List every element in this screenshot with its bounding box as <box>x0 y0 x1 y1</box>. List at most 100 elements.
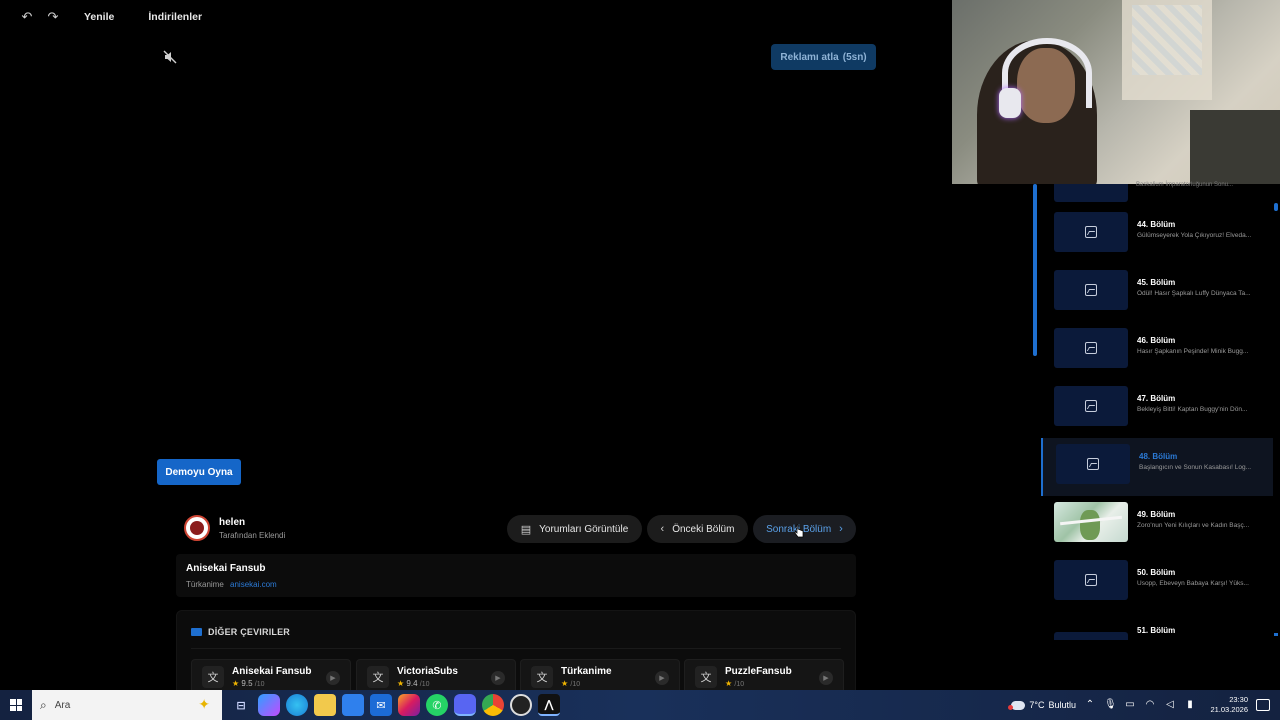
weather-temp: 7°C <box>1029 700 1045 710</box>
episode-subtitle: Başlangıcın ve Sonun Kasabası! Log... <box>1139 464 1252 471</box>
episode-item[interactable]: 49. Bölüm Zoro'nun Yeni Kılıçları ve Kad… <box>1041 496 1273 554</box>
episode-title: 46. Bölüm <box>1137 336 1176 345</box>
system-tray: 7°C Bulutlu ⌃ 🎙 ▭ ◠ ◁ ▮ 23:30 21.03.2026 <box>1008 690 1280 720</box>
episode-title: 45. Bölüm <box>1137 278 1176 287</box>
fansub-link[interactable]: anisekai.com <box>230 580 277 589</box>
episode-item[interactable]: 47. Bölüm Bekleyiş Bitti! Kaptan Buggy'n… <box>1041 380 1273 438</box>
episode-title: 49. Bölüm <box>1137 510 1176 519</box>
clock[interactable]: 23:30 21.03.2026 <box>1204 695 1248 715</box>
notification-icon[interactable] <box>1256 699 1270 711</box>
translation-rating: 9.4 <box>406 679 418 688</box>
video-player[interactable] <box>0 34 1035 504</box>
downloads-button[interactable]: İndirilenler <box>148 11 202 23</box>
view-comments-label: Yorumları Görüntüle <box>539 523 629 535</box>
play-icon[interactable]: ▶ <box>655 671 669 685</box>
fansub-info: Anisekai Fansub Türkanime anisekai.com <box>176 554 856 597</box>
muted-speaker-icon[interactable] <box>163 50 177 64</box>
search-icon: ⌕ <box>40 697 47 712</box>
discord-icon[interactable] <box>454 694 476 716</box>
star-icon: ★ <box>725 679 733 688</box>
translation-name: VictoriaSubs <box>397 666 458 677</box>
play-icon[interactable]: ▶ <box>491 671 505 685</box>
avatar[interactable] <box>184 515 210 541</box>
episode-subtitle: Usopp, Ebeveyn Babaya Karşı! Yüks... <box>1137 580 1249 587</box>
episode-item[interactable]: 45. Bölüm Ödül! Hasır Şapkalı Luffy Düny… <box>1041 264 1273 322</box>
image-placeholder-icon <box>1085 342 1097 354</box>
uploader-name[interactable]: helen <box>219 517 285 528</box>
weather-widget[interactable]: 7°C Bulutlu <box>1008 700 1076 710</box>
refresh-button[interactable]: Yenile <box>84 11 114 23</box>
volume-icon[interactable]: ◁ <box>1164 699 1176 711</box>
skip-ad-label: Reklamı atla <box>780 51 839 63</box>
episode-list-scrollbar[interactable] <box>1033 184 1037 356</box>
file-explorer-icon[interactable] <box>314 694 336 716</box>
microphone-icon[interactable]: 🎙 <box>1104 699 1117 711</box>
cloud-icon <box>1008 700 1026 710</box>
episode-thumbnail <box>1054 632 1128 640</box>
previous-episode-button[interactable]: ‹ Önceki Bölüm <box>647 515 748 543</box>
whatsapp-icon[interactable]: ✆ <box>426 694 448 716</box>
undo-icon[interactable]: ↶ <box>20 10 34 24</box>
episode-title: 50. Bölüm <box>1137 568 1176 577</box>
chrome-icon[interactable] <box>482 694 504 716</box>
copilot-icon[interactable] <box>258 694 280 716</box>
episode-item-active[interactable]: 48. Bölüm Başlangıcın ve Sonun Kasabası!… <box>1041 438 1273 496</box>
next-episode-button[interactable]: Sonraki Bölüm › <box>753 515 856 543</box>
app-icon[interactable]: ⋀ <box>538 694 560 716</box>
image-placeholder-icon <box>1085 574 1097 586</box>
taskbar-search[interactable]: ⌕ Ara ✦ <box>32 690 222 720</box>
chevron-left-icon: ‹ <box>660 523 665 535</box>
chevron-right-icon: › <box>839 523 843 535</box>
episode-subtitle: Zoro'nun Yeni Kılıçları ve Kadın Başç... <box>1137 522 1250 529</box>
battery-icon[interactable]: ▮ <box>1184 699 1196 711</box>
clock-time: 23:30 <box>1229 695 1248 704</box>
play-icon[interactable]: ▶ <box>819 671 833 685</box>
top-toolbar: ↶ ↷ Yenile İndirilenler <box>0 0 203 34</box>
episode-item[interactable]: 46. Bölüm Hasır Şapkanın Peşinde! Minik … <box>1041 322 1273 380</box>
edge-icon[interactable] <box>286 694 308 716</box>
play-icon[interactable]: ▶ <box>326 671 340 685</box>
uploader-subtitle: Tarafından Eklendi <box>219 530 286 540</box>
other-translations-title: DİĞER ÇEVIRILER <box>208 627 291 637</box>
episode-item[interactable]: 50. Bölüm Usopp, Ebeveyn Babaya Karşı! Y… <box>1041 554 1273 612</box>
episode-subtitle: Ödül! Hasır Şapkalı Luffy Dünyaca Ta... <box>1137 290 1251 297</box>
redo-icon[interactable]: ↷ <box>46 10 60 24</box>
uploader-info: helen Tarafından Eklendi <box>184 515 285 541</box>
episode-subtitle: Hasır Şapkanın Peşinde! Minik Bugg... <box>1137 348 1249 355</box>
episode-thumbnail <box>1054 212 1128 252</box>
mail-icon[interactable]: ✉ <box>370 694 392 716</box>
store-icon[interactable] <box>342 694 364 716</box>
webcam-overlay <box>952 0 1280 184</box>
episode-subtitle: Baskalium İmparatorluğunun Sonu... <box>1136 182 1234 188</box>
episode-item[interactable]: 44. Bölüm Gülümseyerek Yola Çıkıyoruz! E… <box>1041 206 1273 264</box>
network-icon[interactable]: ▭ <box>1124 699 1136 711</box>
wifi-icon[interactable]: ◠ <box>1144 699 1156 711</box>
episode-thumbnail[interactable] <box>1054 184 1128 202</box>
episode-thumbnail <box>1054 328 1128 368</box>
task-view-icon[interactable]: ⊟ <box>230 694 252 716</box>
translation-name: Türkanime <box>561 666 612 677</box>
skip-ad-button[interactable]: Reklamı atla (5sn) <box>771 44 876 70</box>
star-icon: ★ <box>232 679 240 688</box>
episode-item[interactable]: 51. Bölüm <box>1041 612 1273 640</box>
translations-icon <box>191 628 202 636</box>
comment-icon: ▤ <box>520 523 532 536</box>
obs-icon[interactable] <box>510 694 532 716</box>
translation-rating: 9.5 <box>241 679 253 688</box>
episode-thumbnail <box>1054 502 1128 542</box>
instagram-icon[interactable] <box>398 694 420 716</box>
start-button[interactable] <box>0 690 32 720</box>
chevron-up-icon[interactable]: ⌃ <box>1084 699 1096 711</box>
translate-icon: 文 <box>202 666 224 688</box>
episode-thumbnail <box>1054 270 1128 310</box>
star-icon: ★ <box>561 679 569 688</box>
divider <box>191 648 841 649</box>
play-demo-button[interactable]: Demoyu Oyna <box>157 459 241 485</box>
windows-logo-icon <box>10 699 22 711</box>
previous-episode-label: Önceki Bölüm <box>672 523 735 535</box>
star-icon: ★ <box>397 679 405 688</box>
view-comments-button[interactable]: ▤ Yorumları Görüntüle <box>507 515 642 543</box>
fansub-name: Anisekai Fansub <box>186 563 266 574</box>
page-scrollbar[interactable] <box>1274 203 1278 211</box>
search-highlight-icon: ✦ <box>198 696 210 712</box>
